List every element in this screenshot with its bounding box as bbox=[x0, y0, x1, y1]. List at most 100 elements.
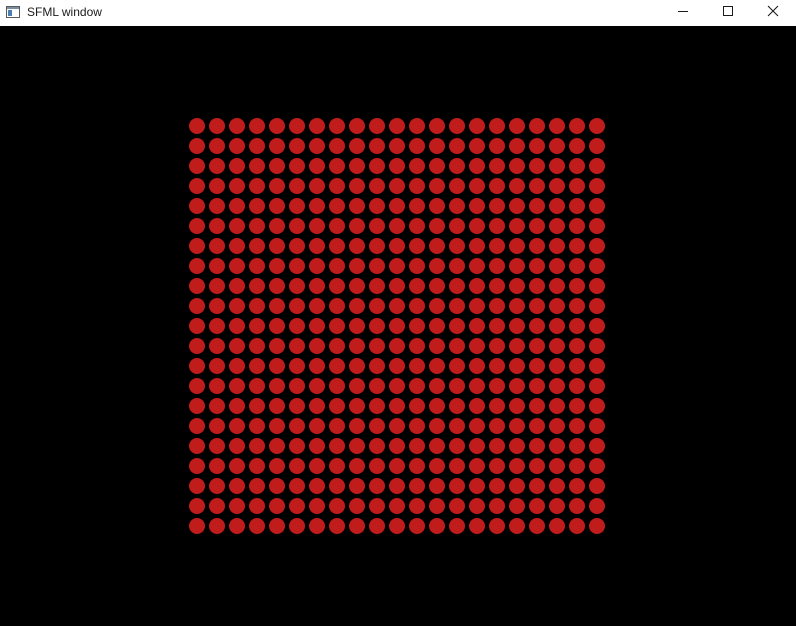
grid-circle bbox=[449, 178, 465, 194]
grid-circle bbox=[369, 178, 385, 194]
grid-circle bbox=[309, 438, 325, 454]
grid-circle bbox=[229, 498, 245, 514]
grid-circle bbox=[329, 378, 345, 394]
grid-circle bbox=[529, 138, 545, 154]
grid-circle bbox=[389, 478, 405, 494]
grid-circle bbox=[429, 458, 445, 474]
grid-circle bbox=[509, 118, 525, 134]
grid-circle bbox=[309, 238, 325, 254]
grid-circle bbox=[589, 338, 605, 354]
grid-circle bbox=[349, 358, 365, 374]
grid-circle bbox=[589, 498, 605, 514]
grid-circle bbox=[569, 318, 585, 334]
grid-circle bbox=[309, 318, 325, 334]
grid-circle bbox=[249, 518, 265, 534]
grid-circle bbox=[409, 498, 425, 514]
grid-circle bbox=[449, 398, 465, 414]
grid-circle bbox=[189, 238, 205, 254]
grid-circle bbox=[409, 438, 425, 454]
grid-circle bbox=[309, 278, 325, 294]
grid-circle bbox=[529, 258, 545, 274]
grid-circle bbox=[189, 458, 205, 474]
grid-circle bbox=[529, 178, 545, 194]
grid-circle bbox=[369, 138, 385, 154]
grid-circle bbox=[229, 418, 245, 434]
grid-circle bbox=[589, 218, 605, 234]
grid-circle bbox=[209, 318, 225, 334]
grid-circle bbox=[229, 298, 245, 314]
grid-circle bbox=[189, 138, 205, 154]
grid-circle bbox=[229, 258, 245, 274]
grid-circle bbox=[589, 178, 605, 194]
grid-circle bbox=[189, 118, 205, 134]
grid-circle bbox=[249, 198, 265, 214]
close-button[interactable] bbox=[750, 0, 796, 26]
grid-circle bbox=[449, 498, 465, 514]
grid-circle bbox=[329, 478, 345, 494]
grid-circle bbox=[289, 478, 305, 494]
grid-circle bbox=[189, 158, 205, 174]
grid-circle bbox=[249, 218, 265, 234]
grid-circle bbox=[269, 458, 285, 474]
grid-circle bbox=[229, 158, 245, 174]
grid-circle bbox=[189, 318, 205, 334]
grid-circle bbox=[289, 518, 305, 534]
grid-circle bbox=[589, 478, 605, 494]
grid-circle bbox=[449, 418, 465, 434]
grid-circle bbox=[549, 218, 565, 234]
grid-circle bbox=[249, 118, 265, 134]
grid-circle bbox=[429, 418, 445, 434]
grid-circle bbox=[189, 298, 205, 314]
grid-circle bbox=[409, 278, 425, 294]
grid-circle bbox=[549, 278, 565, 294]
render-canvas[interactable] bbox=[0, 26, 796, 626]
grid-circle bbox=[349, 238, 365, 254]
grid-circle bbox=[369, 238, 385, 254]
grid-circle bbox=[209, 258, 225, 274]
grid-circle bbox=[269, 298, 285, 314]
maximize-button[interactable] bbox=[705, 0, 751, 26]
grid-circle bbox=[569, 238, 585, 254]
grid-circle bbox=[369, 218, 385, 234]
grid-circle bbox=[229, 238, 245, 254]
grid-circle bbox=[249, 478, 265, 494]
grid-circle bbox=[489, 318, 505, 334]
grid-circle bbox=[569, 498, 585, 514]
grid-circle bbox=[549, 458, 565, 474]
grid-circle bbox=[529, 118, 545, 134]
maximize-icon bbox=[722, 4, 734, 22]
grid-circle bbox=[509, 378, 525, 394]
grid-circle bbox=[209, 498, 225, 514]
grid-circle bbox=[289, 498, 305, 514]
grid-circle bbox=[329, 238, 345, 254]
grid-circle bbox=[409, 258, 425, 274]
grid-circle bbox=[189, 398, 205, 414]
grid-circle bbox=[249, 338, 265, 354]
grid-circle bbox=[369, 358, 385, 374]
grid-circle bbox=[329, 418, 345, 434]
grid-circle bbox=[449, 378, 465, 394]
grid-circle bbox=[269, 318, 285, 334]
grid-circle bbox=[249, 398, 265, 414]
grid-circle bbox=[189, 478, 205, 494]
grid-circle bbox=[529, 198, 545, 214]
grid-circle bbox=[309, 398, 325, 414]
grid-circle bbox=[289, 358, 305, 374]
grid-circle bbox=[449, 298, 465, 314]
grid-circle bbox=[229, 458, 245, 474]
grid-circle bbox=[489, 378, 505, 394]
grid-circle bbox=[269, 398, 285, 414]
grid-circle bbox=[569, 158, 585, 174]
grid-circle bbox=[329, 198, 345, 214]
grid-circle bbox=[309, 138, 325, 154]
grid-circle bbox=[529, 278, 545, 294]
grid-circle bbox=[329, 158, 345, 174]
grid-circle bbox=[589, 438, 605, 454]
grid-circle bbox=[369, 198, 385, 214]
grid-circle bbox=[449, 438, 465, 454]
grid-circle bbox=[229, 398, 245, 414]
title-bar[interactable]: SFML window bbox=[0, 0, 796, 26]
minimize-button[interactable] bbox=[660, 0, 706, 26]
grid-circle bbox=[329, 298, 345, 314]
grid-circle bbox=[269, 278, 285, 294]
